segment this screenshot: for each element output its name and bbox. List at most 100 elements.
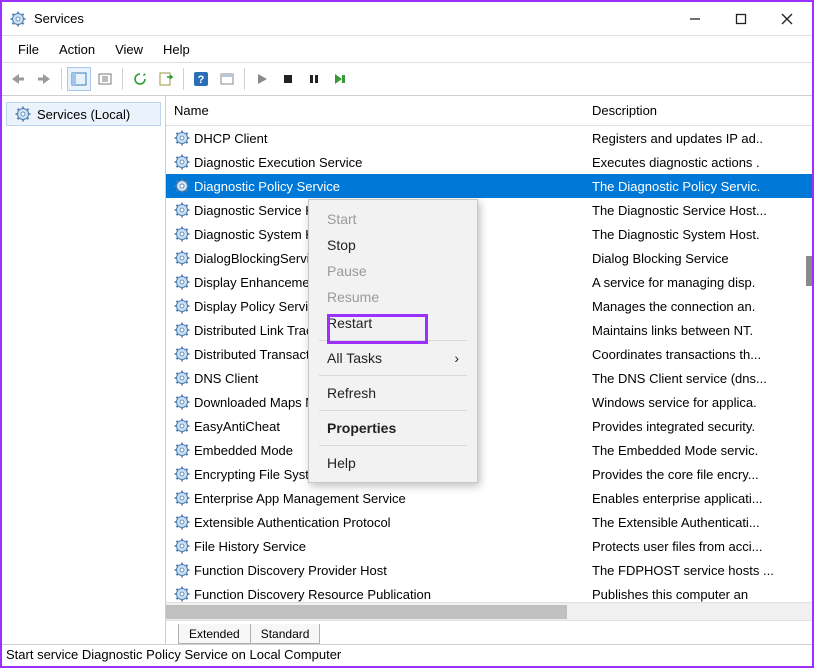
menu-view[interactable]: View <box>105 39 153 60</box>
titlebar: Services <box>2 2 812 36</box>
pause-service-button[interactable] <box>302 67 326 91</box>
service-description: Publishes this computer an <box>592 587 812 602</box>
table-row[interactable]: Display Policy Service Manages the connec… <box>166 294 812 318</box>
menu-item-label: Help <box>327 455 356 471</box>
help-button[interactable]: ? <box>189 67 213 91</box>
service-description: Registers and updates IP ad.. <box>592 131 812 146</box>
properties-button[interactable] <box>215 67 239 91</box>
menu-item-label: Resume <box>327 289 379 305</box>
context-menu-pause: Pause <box>309 258 477 284</box>
context-menu-restart[interactable]: Restart <box>309 310 477 336</box>
service-description: The DNS Client service (dns... <box>592 371 812 386</box>
service-name: Function Discovery Resource Publication <box>194 587 431 602</box>
service-description: Executes diagnostic actions . <box>592 155 812 170</box>
table-row[interactable]: Display Enhancement ServiceA service for… <box>166 270 812 294</box>
table-row[interactable]: Function Discovery Resource Publication P… <box>166 582 812 602</box>
gear-icon <box>174 586 190 602</box>
menu-separator <box>319 375 467 376</box>
start-service-button[interactable] <box>250 67 274 91</box>
tree-item-services-local[interactable]: Services (Local) <box>6 102 161 126</box>
tab-standard[interactable]: Standard <box>250 624 321 644</box>
service-description: Maintains links between NT. <box>592 323 812 338</box>
table-row[interactable]: Encrypting File System (EFS)Provides the… <box>166 462 812 486</box>
gear-icon <box>174 442 190 458</box>
menu-separator <box>319 410 467 411</box>
table-row[interactable]: DHCP Client Registers and updates IP ad.. <box>166 126 812 150</box>
minimize-button[interactable] <box>672 4 718 34</box>
service-description: Windows service for applica. <box>592 395 812 410</box>
export-button[interactable] <box>154 67 178 91</box>
gear-icon <box>174 562 190 578</box>
column-header-name[interactable]: Name <box>174 103 592 118</box>
refresh-button[interactable] <box>128 67 152 91</box>
menu-item-label: Restart <box>327 315 372 331</box>
forward-button[interactable] <box>32 67 56 91</box>
maximize-button[interactable] <box>718 4 764 34</box>
gear-icon <box>174 130 190 146</box>
context-menu-start: Start <box>309 206 477 232</box>
restart-service-button[interactable] <box>328 67 352 91</box>
table-row[interactable]: Diagnostic Service HostThe Diagnostic Se… <box>166 198 812 222</box>
vertical-scrollbar-thumb[interactable] <box>806 256 812 286</box>
list-body[interactable]: DHCP Client Registers and updates IP ad..… <box>166 126 812 602</box>
window-title: Services <box>34 11 672 26</box>
service-description: Manages the connection an. <box>592 299 812 314</box>
menu-item-label: Refresh <box>327 385 376 401</box>
column-header-description[interactable]: Description <box>592 103 812 118</box>
service-name: Display Policy Service <box>194 299 322 314</box>
close-button[interactable] <box>764 4 810 34</box>
service-description: The Embedded Mode servic. <box>592 443 812 458</box>
service-name: DHCP Client <box>194 131 267 146</box>
show-hide-tree-button[interactable] <box>67 67 91 91</box>
table-row[interactable]: Distributed Transaction CoordinatorCoord… <box>166 342 812 366</box>
service-name: DNS Client <box>194 371 258 386</box>
toolbar: ? <box>2 62 812 96</box>
service-name: EasyAntiCheat <box>194 419 280 434</box>
table-row[interactable]: DNS Client The DNS Client service (dns... <box>166 366 812 390</box>
context-menu-help[interactable]: Help <box>309 450 477 476</box>
table-row[interactable]: Extensible Authentication ProtocolThe Ex… <box>166 510 812 534</box>
context-menu-properties[interactable]: Properties <box>309 415 477 441</box>
table-row[interactable]: Diagnostic System HostThe Diagnostic Sys… <box>166 222 812 246</box>
svg-text:?: ? <box>198 74 205 86</box>
table-row[interactable]: Diagnostic Execution ServiceExecutes dia… <box>166 150 812 174</box>
table-row[interactable]: Distributed Link Tracking ClientMaintain… <box>166 318 812 342</box>
context-menu-refresh[interactable]: Refresh <box>309 380 477 406</box>
menu-item-label: Pause <box>327 263 367 279</box>
table-row[interactable]: Diagnostic Policy ServiceThe Diagnostic … <box>166 174 812 198</box>
menu-action[interactable]: Action <box>49 39 105 60</box>
statusbar: Start service Diagnostic Policy Service … <box>2 644 812 666</box>
service-description: Protects user files from acci... <box>592 539 812 554</box>
menu-help[interactable]: Help <box>153 39 200 60</box>
tabs-strip: Extended Standard <box>166 620 812 644</box>
menu-item-label: All Tasks <box>327 350 382 366</box>
gear-icon <box>174 154 190 170</box>
gear-icon <box>174 514 190 530</box>
table-row[interactable]: Downloaded Maps ManagerWindows service f… <box>166 390 812 414</box>
horizontal-scrollbar[interactable] <box>166 602 812 620</box>
context-menu-stop[interactable]: Stop <box>309 232 477 258</box>
table-row[interactable]: Enterprise App Management ServiceEnables… <box>166 486 812 510</box>
horizontal-scrollbar-thumb[interactable] <box>166 605 567 619</box>
context-menu-all-tasks[interactable]: All Tasks› <box>309 345 477 371</box>
stop-service-button[interactable] <box>276 67 300 91</box>
menu-file[interactable]: File <box>8 39 49 60</box>
table-row[interactable]: Embedded ModeThe Embedded Mode servic. <box>166 438 812 462</box>
gear-icon <box>174 346 190 362</box>
gear-icon <box>174 466 190 482</box>
service-name: Function Discovery Provider Host <box>194 563 387 578</box>
service-name: Enterprise App Management Service <box>194 491 406 506</box>
export-list-button[interactable] <box>93 67 117 91</box>
table-row[interactable]: DialogBlockingServiceDialog Blocking Ser… <box>166 246 812 270</box>
table-row[interactable]: EasyAntiCheatProvides integrated securit… <box>166 414 812 438</box>
table-row[interactable]: Function Discovery Provider Host The FDPH… <box>166 558 812 582</box>
gear-icon <box>174 418 190 434</box>
service-description: The Diagnostic Policy Servic. <box>592 179 812 194</box>
menu-item-label: Properties <box>327 420 396 436</box>
table-row[interactable]: File History ServiceProtects user files … <box>166 534 812 558</box>
tab-extended[interactable]: Extended <box>178 624 250 644</box>
service-description: Provides the core file encry... <box>592 467 812 482</box>
back-button[interactable] <box>6 67 30 91</box>
service-description: The FDPHOST service hosts ... <box>592 563 812 578</box>
context-menu: StartStop Pause Resume Restart All Tasks› Ref… <box>308 199 478 483</box>
